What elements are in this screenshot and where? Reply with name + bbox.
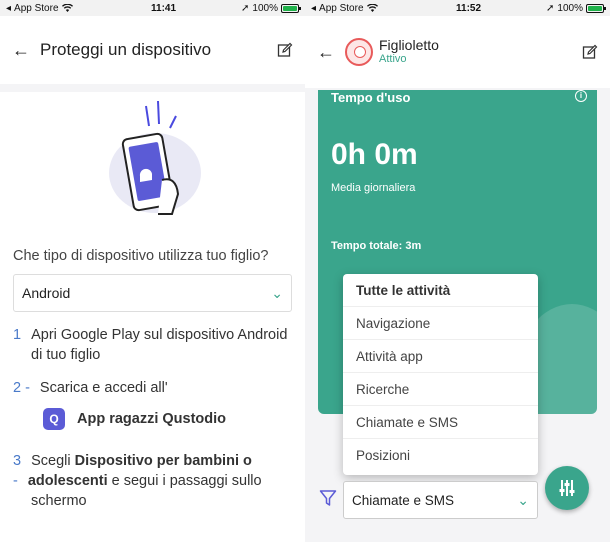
header-divider	[0, 84, 305, 92]
edit-icon[interactable]	[277, 42, 293, 58]
profile-name: Figlioletto	[379, 37, 439, 53]
menu-item-calls-sms[interactable]: Chiamate e SMS	[343, 406, 538, 439]
carrier-label: App Store	[319, 2, 364, 14]
activity-filter-value: Chiamate e SMS	[352, 492, 455, 508]
app-link[interactable]: Q App ragazzi Qustodio	[43, 408, 226, 430]
settings-fab-button[interactable]	[545, 466, 589, 510]
step-text: Scegli	[31, 453, 75, 469]
location-icon: ➚	[546, 2, 555, 14]
step-text-end: schermo	[31, 493, 87, 509]
menu-item-locations[interactable]: Posizioni	[343, 439, 538, 472]
step-text: Apri Google Play sul dispositivo Android	[31, 327, 288, 343]
total-time: Tempo totale: 3m	[331, 240, 422, 252]
menu-item-all-activities[interactable]: Tutte le attività	[343, 274, 538, 307]
battery-icon	[281, 3, 301, 13]
profile-header: ← Figlioletto Attivo	[305, 16, 610, 88]
battery-percent: 100%	[557, 2, 583, 14]
back-arrow-icon[interactable]: ←	[317, 42, 335, 63]
app-name: App ragazzi Qustodio	[77, 411, 227, 427]
avatar[interactable]	[345, 38, 373, 66]
phone-illustration	[109, 100, 201, 215]
wifi-icon	[61, 4, 73, 12]
step-text: Scarica e accedi all'	[39, 380, 168, 396]
edit-icon[interactable]	[582, 44, 598, 60]
device-type-select[interactable]: Android ⌄	[13, 274, 292, 312]
step-number-cont: -	[13, 473, 18, 489]
page-title: Proteggi un dispositivo	[40, 40, 212, 59]
status-bar: ◂ App Store 11:52 ➚ 100%	[305, 0, 610, 16]
status-bar: ◂ App Store 11:41 ➚ 100%	[0, 0, 305, 16]
device-question: Che tipo di dispositivo utilizza tuo fig…	[13, 248, 269, 264]
step-text-cont: e segui i passaggi sullo	[107, 473, 262, 489]
back-to-app-icon: ◂	[311, 2, 317, 14]
filter-icon[interactable]	[319, 489, 337, 507]
step-3: 3 Scegli Dispositivo per bambini o - adole…	[13, 451, 262, 511]
menu-item-app-activity[interactable]: Attività app	[343, 340, 538, 373]
chevron-down-icon: ⌄	[517, 491, 529, 508]
status-time: 11:41	[151, 2, 177, 14]
daily-average-label: Media giornaliera	[331, 182, 416, 194]
back-arrow-icon[interactable]: ←	[12, 40, 30, 61]
step-number: 2 -	[13, 380, 30, 396]
card-title: Tempo d'uso	[331, 90, 411, 105]
back-to-app-icon: ◂	[6, 2, 12, 14]
battery-icon	[586, 3, 606, 13]
step-text-cont: di tuo figlio	[31, 347, 101, 363]
menu-item-browsing[interactable]: Navigazione	[343, 307, 538, 340]
right-phone-screen: ◂ App Store 11:52 ➚ 100% ← Figlioletto A…	[305, 0, 610, 542]
activity-dropdown-menu: Tutte le attività Navigazione Attività a…	[343, 274, 538, 475]
page-header: ← Proteggi un dispositivo	[0, 16, 305, 84]
battery-percent: 100%	[252, 2, 278, 14]
profile-status: Attivo	[379, 53, 407, 65]
info-icon[interactable]: i	[575, 90, 587, 102]
step-text-bold: Dispositivo per bambini o	[74, 453, 252, 469]
step-2: 2 - Scarica e accedi all'	[13, 378, 168, 398]
carrier-label: App Store	[14, 2, 59, 14]
step-1: 1 Apri Google Play sul dispositivo Androi…	[13, 325, 287, 365]
chevron-down-icon: ⌄	[271, 284, 283, 301]
left-phone-screen: ◂ App Store 11:41 ➚ 100% ← Proteggi un d…	[0, 0, 305, 542]
activity-filter-select[interactable]: Chiamate e SMS ⌄	[343, 481, 538, 519]
qustodio-app-icon: Q	[43, 408, 65, 430]
location-icon: ➚	[241, 2, 250, 14]
wifi-icon	[366, 4, 378, 12]
status-time: 11:52	[456, 2, 482, 14]
step-number: 1	[13, 327, 22, 343]
sliders-icon	[559, 480, 575, 496]
step-number: 3	[13, 453, 22, 469]
menu-item-searches[interactable]: Ricerche	[343, 373, 538, 406]
usage-value: 0h 0m	[331, 138, 418, 171]
device-type-value: Android	[22, 285, 71, 301]
step-text-bold-cont: adolescenti	[27, 473, 108, 489]
